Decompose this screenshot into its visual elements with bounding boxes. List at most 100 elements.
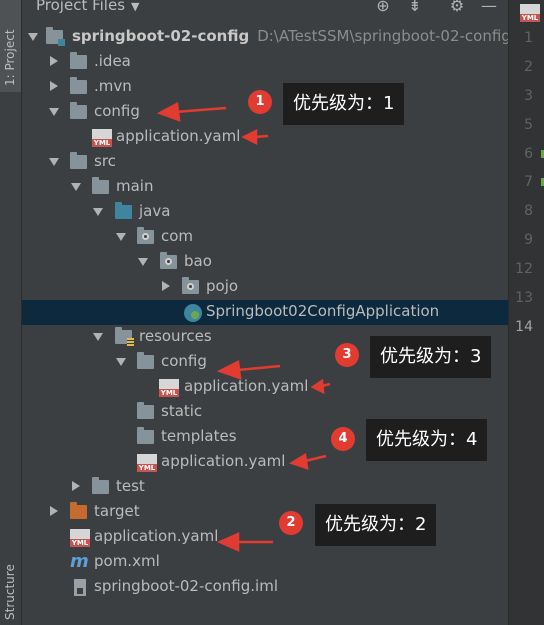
project-view-selector[interactable]: Project Files ▼ xyxy=(36,0,139,14)
folder-icon xyxy=(92,177,109,194)
package-icon xyxy=(182,277,199,294)
bao-package-label: bao xyxy=(184,252,212,270)
line-number: 13 xyxy=(515,290,533,306)
folder-icon xyxy=(70,102,87,119)
pojo-package-label: pojo xyxy=(206,277,239,295)
tree-row-test[interactable]: test xyxy=(22,475,508,500)
line-number: 1 xyxy=(524,30,533,46)
java-folder-label: java xyxy=(139,202,171,220)
folder-icon xyxy=(137,402,154,419)
yaml-file-tab-icon[interactable] xyxy=(520,4,540,22)
tree-row-src[interactable]: src xyxy=(22,150,508,175)
excluded-folder-icon xyxy=(70,502,87,519)
priority-callout: 优先级为：1 xyxy=(283,83,405,125)
application-class-label: Springboot02ConfigApplication xyxy=(206,302,440,320)
src-folder-label: src xyxy=(94,152,116,170)
expand-arrow-icon[interactable] xyxy=(49,108,59,116)
idea-folder-label: .idea xyxy=(94,52,131,70)
tree-row-resources-config-application[interactable]: application.yaml xyxy=(22,375,508,400)
templates-folder-label: templates xyxy=(161,427,237,445)
root-path-hint: D:\ATestSSM\springboot-02-config xyxy=(257,27,511,45)
resources-config-application-yaml-label: application.yaml xyxy=(184,377,309,395)
module-file-icon xyxy=(74,579,86,596)
line-number: 6 xyxy=(524,146,533,162)
collapse-arrow-icon[interactable] xyxy=(50,56,58,66)
tree-row-main[interactable]: main xyxy=(22,175,508,200)
folder-icon xyxy=(70,52,87,69)
folder-icon xyxy=(137,427,154,444)
tree-row-bao[interactable]: bao xyxy=(22,250,508,275)
package-icon xyxy=(137,227,154,244)
expand-arrow-icon[interactable] xyxy=(28,33,38,41)
tree-row-com[interactable]: com xyxy=(22,225,508,250)
expand-arrow-icon[interactable] xyxy=(93,333,103,341)
test-folder-label: test xyxy=(116,477,145,495)
yaml-file-icon xyxy=(159,379,179,397)
mvn-folder-label: .mvn xyxy=(94,77,132,95)
expand-arrow-icon[interactable] xyxy=(93,208,103,216)
crosshair-icon[interactable]: ⊕ xyxy=(374,0,392,15)
tree-row-idea[interactable]: .idea xyxy=(22,50,508,75)
tree-row-iml[interactable]: springboot-02-config.iml xyxy=(22,575,508,600)
expand-arrow-icon[interactable] xyxy=(71,183,81,191)
priority-callout: 优先级为：4 xyxy=(366,419,488,461)
priority-badge: 2 xyxy=(279,511,303,535)
folder-icon xyxy=(137,352,154,369)
structure-tool-label[interactable]: Structure xyxy=(3,564,17,620)
root-application-yaml-label: application.yaml xyxy=(94,527,219,545)
line-number: 7 xyxy=(524,174,533,190)
yaml-file-icon xyxy=(70,529,90,547)
folder-icon xyxy=(92,477,109,494)
pom-file-label: pom.xml xyxy=(94,552,160,570)
line-number: 5 xyxy=(524,117,533,133)
yaml-file-icon xyxy=(92,129,112,147)
minimize-icon[interactable]: — xyxy=(480,0,498,15)
chevron-down-icon: ▼ xyxy=(131,0,140,13)
priority-badge: 1 xyxy=(248,90,272,114)
config-application-yaml-label: application.yaml xyxy=(116,127,241,145)
tree-row-application-class[interactable]: Springboot02ConfigApplication xyxy=(22,300,508,325)
package-icon xyxy=(160,252,177,269)
spring-boot-class-icon xyxy=(184,304,202,322)
line-number: 9 xyxy=(524,232,533,248)
target-folder-label: target xyxy=(94,502,140,520)
current-line-number: 14 xyxy=(515,319,533,335)
tree-row-java[interactable]: java xyxy=(22,200,508,225)
tree-row-pojo[interactable]: pojo xyxy=(22,275,508,300)
tree-row-root[interactable]: springboot-02-config D:\ATestSSM\springbo… xyxy=(22,25,511,50)
tree-row-pom[interactable]: m pom.xml xyxy=(22,550,508,575)
project-tool-label[interactable]: 1: Project xyxy=(3,29,17,86)
panel-header: Project Files ▼ ⊕ ⇟ ⚙ — xyxy=(22,0,508,18)
expand-arrow-icon[interactable] xyxy=(49,158,59,166)
expand-arrow-icon[interactable] xyxy=(116,358,126,366)
expand-arrow-icon[interactable] xyxy=(116,233,126,241)
collapse-arrow-icon[interactable] xyxy=(50,81,58,91)
root-module-label: springboot-02-config xyxy=(72,27,250,45)
editor-gutter: 1 2 3 5 6 7 8 9 12 13 14 xyxy=(508,0,544,625)
priority-callout: 优先级为：3 xyxy=(370,336,492,378)
priority-badge: 4 xyxy=(331,427,355,451)
line-number: 8 xyxy=(524,203,533,219)
collapse-all-icon[interactable]: ⇟ xyxy=(406,0,424,15)
iml-file-label: springboot-02-config.iml xyxy=(94,577,278,595)
folder-icon xyxy=(70,152,87,169)
main-folder-label: main xyxy=(116,177,154,195)
resources-application-yaml-label: application.yaml xyxy=(161,452,286,470)
line-number: 12 xyxy=(515,261,533,277)
gear-icon[interactable]: ⚙ xyxy=(448,0,466,15)
static-folder-label: static xyxy=(161,402,203,420)
yaml-file-icon xyxy=(137,454,157,472)
config-folder-label: config xyxy=(94,102,140,120)
maven-icon: m xyxy=(70,551,89,572)
tree-row-config-application[interactable]: application.yaml xyxy=(22,125,508,150)
com-package-label: com xyxy=(161,227,194,245)
collapse-arrow-icon[interactable] xyxy=(72,481,80,491)
folder-icon xyxy=(70,77,87,94)
line-number: 2 xyxy=(524,59,533,75)
source-root-folder-icon xyxy=(115,202,132,219)
resources-folder-icon xyxy=(115,327,134,347)
priority-callout: 优先级为：2 xyxy=(315,504,437,546)
expand-arrow-icon[interactable] xyxy=(138,258,148,266)
collapse-arrow-icon[interactable] xyxy=(162,281,170,291)
collapse-arrow-icon[interactable] xyxy=(50,506,58,516)
